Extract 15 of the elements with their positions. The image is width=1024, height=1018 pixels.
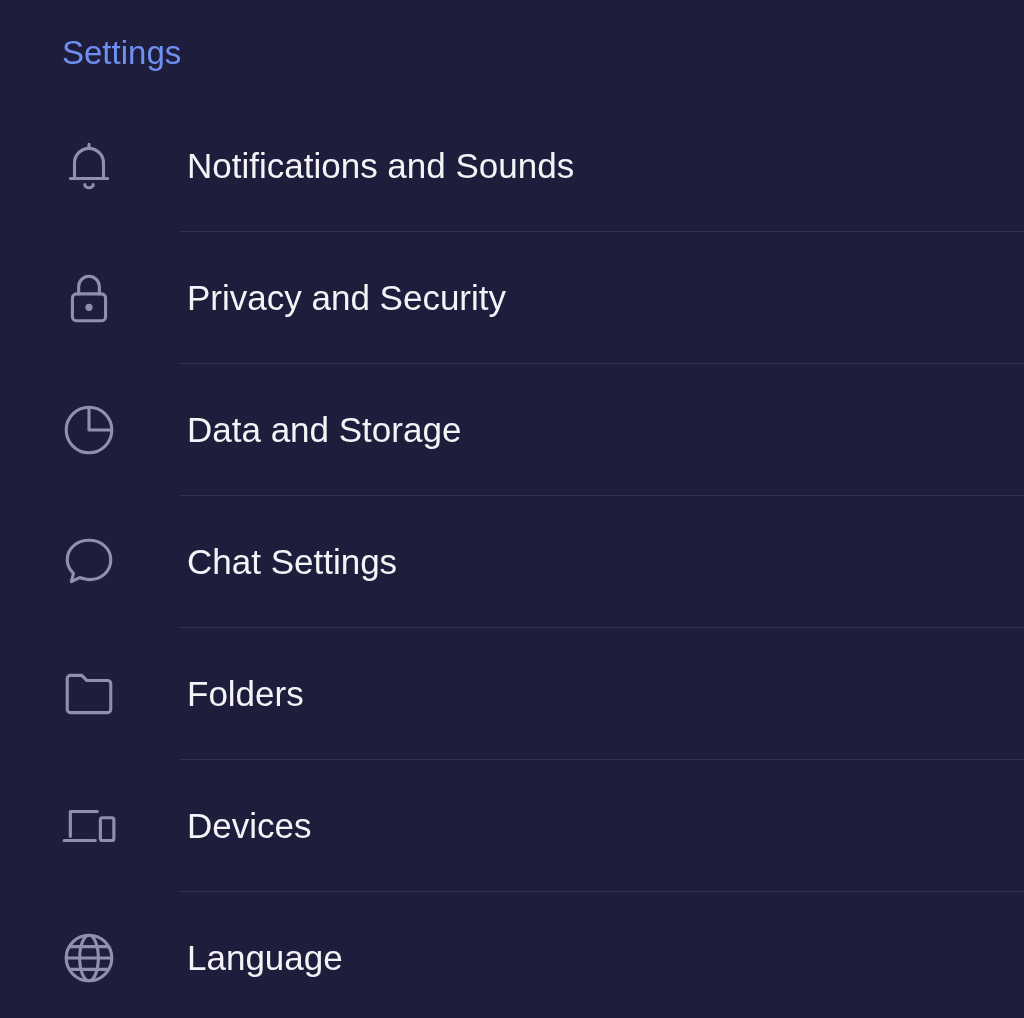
row-label: Data and Storage [187,409,462,450]
row-label: Folders [187,673,304,714]
row-label: Notifications and Sounds [187,145,575,186]
row-label: Chat Settings [187,541,398,582]
section-title: Settings [62,33,182,73]
settings-item[interactable]: Notifications and Sounds [0,100,1024,232]
settings-item[interactable]: Chat Settings [0,496,1024,628]
settings-item[interactable]: Data and Storage [0,364,1024,496]
settings-item[interactable]: Folders [0,628,1024,760]
settings-item[interactable]: Privacy and Security [0,232,1024,364]
row-label: Language [187,938,343,978]
settings-item[interactable]: Devices [0,760,1024,892]
row-label: Privacy and Security [187,277,507,318]
settings-item[interactable]: Language [0,892,1024,1018]
row-label: Devices [187,805,312,846]
